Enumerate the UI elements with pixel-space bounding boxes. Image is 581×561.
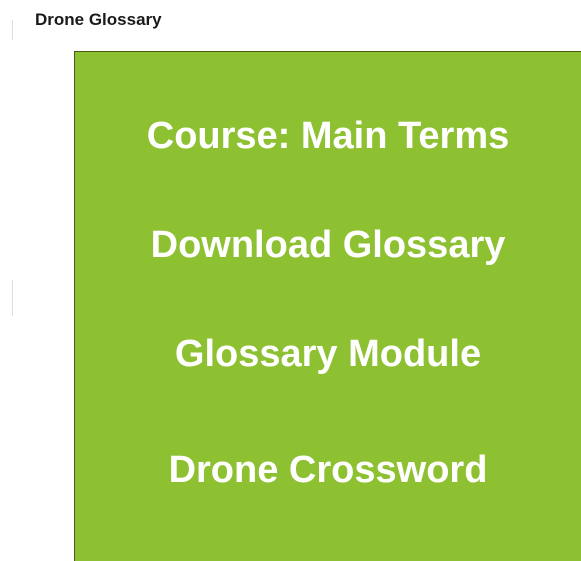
page-title: Drone Glossary — [35, 10, 162, 29]
drone-crossword-link[interactable]: Drone Crossword — [75, 448, 581, 492]
glossary-menu-panel: Course: Main Terms Download Glossary Glo… — [74, 51, 581, 561]
divider — [12, 20, 13, 40]
download-glossary-link[interactable]: Download Glossary — [75, 223, 581, 267]
glossary-module-link[interactable]: Glossary Module — [75, 332, 581, 376]
divider — [12, 280, 13, 316]
course-main-terms-link[interactable]: Course: Main Terms — [75, 114, 581, 158]
